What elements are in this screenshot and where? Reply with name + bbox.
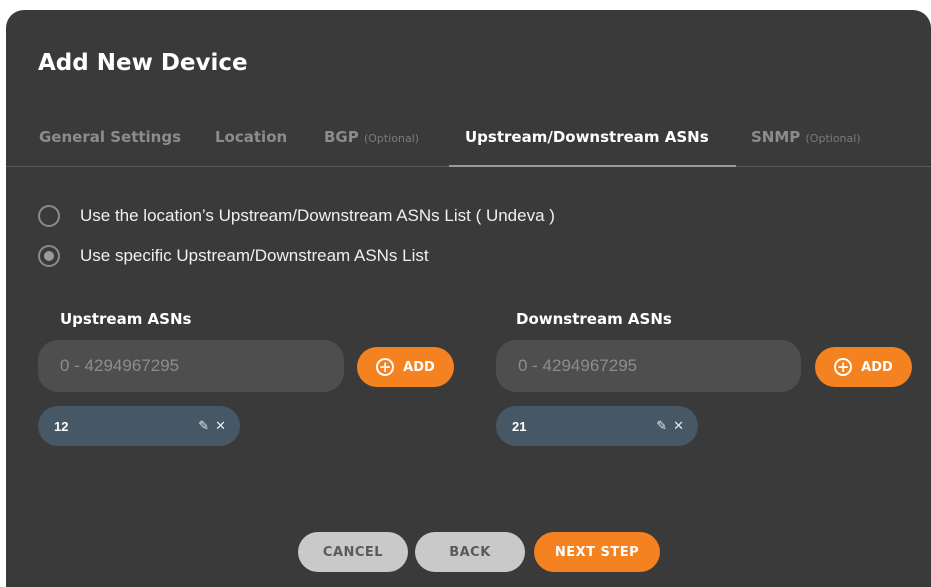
back-button[interactable]: BACK <box>415 532 525 572</box>
add-button-label: ADD <box>403 359 435 375</box>
close-icon[interactable]: ✕ <box>215 418 226 434</box>
tab-label: Location <box>215 128 288 146</box>
cancel-button[interactable]: CANCEL <box>298 532 408 572</box>
upstream-asn-chip: 12 ✎ ✕ <box>38 406 240 446</box>
plus-circle-icon: + <box>834 358 853 376</box>
tab-label: General Settings <box>39 128 182 146</box>
tab-label: BGP <box>324 128 359 146</box>
downstream-asns-label: Downstream ASNs <box>516 310 672 328</box>
edit-icon[interactable]: ✎ <box>656 418 667 434</box>
radio-label: Use specific Upstream/Downstream ASNs Li… <box>80 246 429 265</box>
active-tab-indicator <box>449 165 736 167</box>
tab-optional-hint: (Optional) <box>363 132 420 145</box>
radio-button[interactable] <box>38 205 60 227</box>
tab-label: SNMP <box>751 128 801 146</box>
tab-optional-hint: (Optional) <box>805 132 861 145</box>
upstream-asn-input[interactable] <box>38 340 344 392</box>
tab-bgp[interactable]: BGP (Optional) <box>324 126 419 164</box>
chip-value: 21 <box>512 418 527 434</box>
close-icon[interactable]: ✕ <box>673 418 684 434</box>
chip-value: 12 <box>54 418 69 434</box>
dialog-title: Add New Device <box>38 50 248 76</box>
upstream-asns-label: Upstream ASNs <box>60 310 192 328</box>
radio-label: Use the location’s Upstream/Downstream A… <box>80 206 555 225</box>
upstream-add-button[interactable]: + ADD <box>357 347 454 387</box>
radio-use-location-asns[interactable]: Use the location’s Upstream/Downstream A… <box>38 205 555 227</box>
radio-button[interactable] <box>38 245 60 267</box>
downstream-add-button[interactable]: + ADD <box>815 347 912 387</box>
tab-label: Upstream/Downstream ASNs <box>465 128 709 146</box>
downstream-asn-input[interactable] <box>496 340 801 392</box>
tab-location[interactable]: Location <box>215 126 287 164</box>
plus-circle-icon: + <box>376 358 395 376</box>
downstream-asn-chip: 21 ✎ ✕ <box>496 406 698 446</box>
radio-use-specific-asns[interactable]: Use specific Upstream/Downstream ASNs Li… <box>38 245 429 267</box>
next-step-button[interactable]: NEXT STEP <box>534 532 660 572</box>
add-device-dialog: Add New Device General Settings Location… <box>6 10 931 587</box>
tab-bar: General Settings Location BGP (Optional)… <box>6 118 931 167</box>
tab-general-settings[interactable]: General Settings <box>39 126 181 164</box>
tab-snmp[interactable]: SNMP (Optional) <box>751 126 861 164</box>
add-button-label: ADD <box>861 359 893 375</box>
edit-icon[interactable]: ✎ <box>198 418 209 434</box>
tab-upstream-downstream-asns[interactable]: Upstream/Downstream ASNs <box>465 126 709 164</box>
